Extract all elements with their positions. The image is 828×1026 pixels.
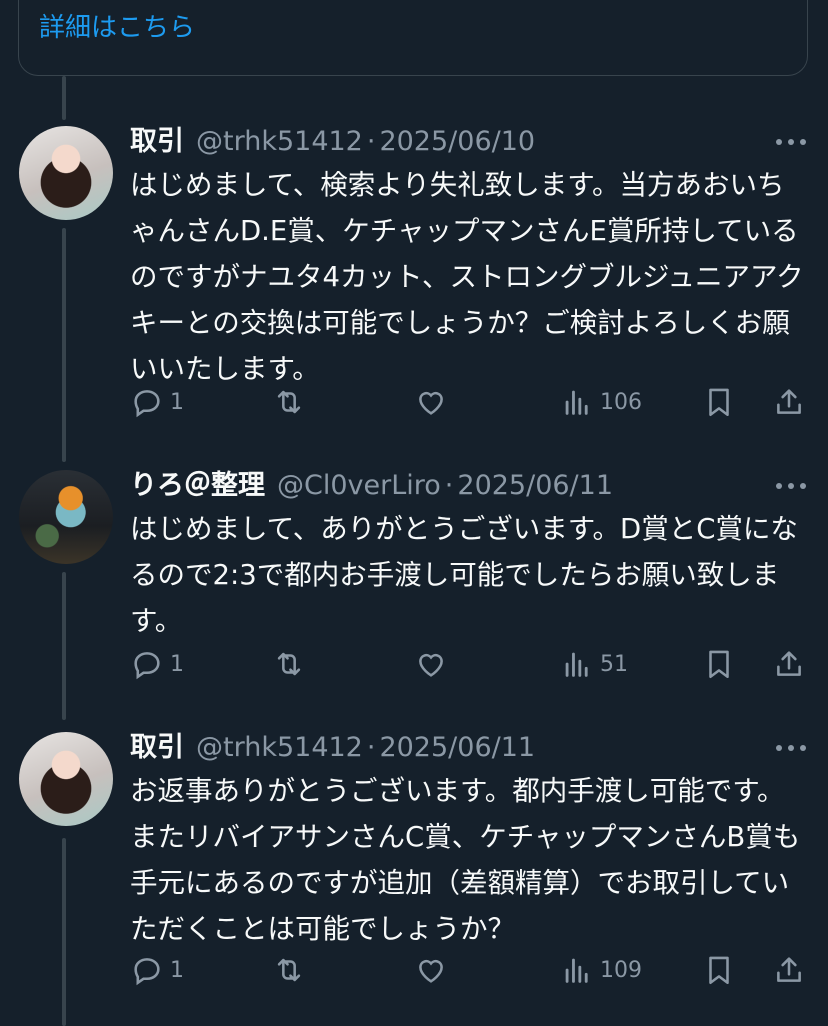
view-count: 106 <box>600 389 642 415</box>
reply-icon <box>134 390 160 418</box>
views-button[interactable]: 109 <box>560 950 642 990</box>
bookmark-button[interactable] <box>702 950 736 990</box>
view-count: 51 <box>600 651 628 677</box>
reply-button[interactable]: 1 <box>130 382 184 422</box>
thread-line <box>62 572 66 720</box>
reply-count: 1 <box>170 957 184 983</box>
reply-count: 1 <box>170 651 184 677</box>
heart-icon <box>419 959 443 983</box>
retweet-button[interactable] <box>272 950 306 990</box>
share-button[interactable] <box>772 382 806 422</box>
reply-icon <box>134 958 160 986</box>
views-icon <box>565 390 588 415</box>
share-button[interactable] <box>772 950 806 990</box>
retweet-button[interactable] <box>272 382 306 422</box>
share-icon <box>777 389 801 414</box>
tweet-date[interactable]: 2025/06/11 <box>379 728 535 768</box>
like-button[interactable] <box>414 644 448 684</box>
bookmark-button[interactable] <box>702 644 736 684</box>
retweet-icon <box>277 652 301 676</box>
tweet-date[interactable]: 2025/06/11 <box>457 466 613 506</box>
separator: · <box>444 470 454 501</box>
action-bar: 1 51 <box>130 644 810 684</box>
thread-line <box>62 228 66 462</box>
display-name[interactable]: 取引 <box>130 728 184 768</box>
thread-line <box>62 838 66 1026</box>
views-button[interactable]: 106 <box>560 382 642 422</box>
share-button[interactable] <box>772 644 806 684</box>
heart-icon <box>419 391 443 415</box>
bookmark-button[interactable] <box>702 382 736 422</box>
details-link[interactable]: 詳細はこちら <box>39 11 195 45</box>
more-icon[interactable] <box>776 132 806 152</box>
bookmark-icon <box>709 956 729 985</box>
user-handle[interactable]: @trhk51412 <box>196 122 363 162</box>
tweet-text: はじめまして、検索より失礼致します。当方あおいちゃんさんD.E賞、ケチャップマン… <box>130 169 804 385</box>
user-handle[interactable]: @Cl0verLiro <box>277 466 441 506</box>
link-card[interactable]: 詳細はこちら <box>18 0 808 76</box>
reply-icon <box>134 652 160 680</box>
share-icon <box>777 651 801 676</box>
avatar[interactable] <box>19 732 113 826</box>
share-icon <box>777 957 801 982</box>
tweet-date[interactable]: 2025/06/10 <box>379 122 535 162</box>
tweet-text: お返事ありがとうございます。都内手渡し可能です。またリバイアサンさんC賞、ケチャ… <box>130 775 801 945</box>
avatar[interactable] <box>19 470 113 564</box>
separator: · <box>366 732 376 763</box>
action-bar: 1 109 <box>130 950 810 990</box>
avatar[interactable] <box>19 126 113 220</box>
user-handle[interactable]: @trhk51412 <box>196 728 363 768</box>
retweet-button[interactable] <box>272 644 306 684</box>
more-icon[interactable] <box>776 476 806 496</box>
bookmark-icon <box>709 388 729 417</box>
display-name[interactable]: 取引 <box>130 122 184 162</box>
view-count: 109 <box>600 957 642 983</box>
reply-count: 1 <box>170 389 184 415</box>
display-name[interactable]: りろ＠整理 <box>130 466 265 506</box>
like-button[interactable] <box>414 950 448 990</box>
heart-icon <box>419 653 443 677</box>
retweet-icon <box>277 958 301 982</box>
bookmark-icon <box>709 650 729 679</box>
more-icon[interactable] <box>776 738 806 758</box>
tweet-header: 取引 @trhk51412 · 2025/06/11 <box>130 728 535 768</box>
views-button[interactable]: 51 <box>560 644 628 684</box>
timeline: 詳細はこちら 取引 @trhk51412 · 2025/06/10 はじめまして… <box>0 0 828 1026</box>
like-button[interactable] <box>414 382 448 422</box>
tweet-header: 取引 @trhk51412 · 2025/06/10 <box>130 122 535 162</box>
action-bar: 1 106 <box>130 382 810 422</box>
views-icon <box>565 652 588 677</box>
views-icon <box>565 958 588 983</box>
reply-button[interactable]: 1 <box>130 950 184 990</box>
thread-line <box>62 76 66 120</box>
retweet-icon <box>277 390 301 414</box>
reply-button[interactable]: 1 <box>130 644 184 684</box>
separator: · <box>366 126 376 157</box>
tweet-text: はじめまして、ありがとうございます。D賞とC賞になるので2:3で都内お手渡し可能… <box>130 513 798 637</box>
tweet-header: りろ＠整理 @Cl0verLiro · 2025/06/11 <box>130 466 613 506</box>
